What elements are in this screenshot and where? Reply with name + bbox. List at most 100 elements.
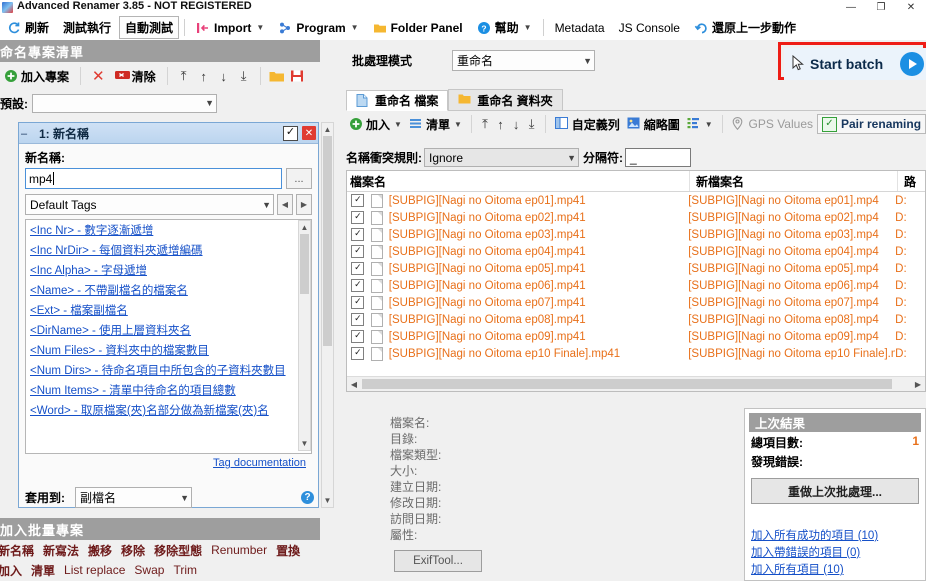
list-item[interactable]: <Inc Nr> - 數字逐漸遞增 (26, 220, 298, 240)
move-up-button[interactable]: ↑ (195, 66, 213, 86)
row-checkbox[interactable]: ✓ (347, 262, 369, 275)
batch-mode-select[interactable]: 重命名 ▼ (452, 50, 595, 71)
maximize-button[interactable]: ❐ (866, 0, 896, 15)
exiftool-button[interactable]: ExifTool... (394, 550, 482, 572)
pair-renaming-checkbox[interactable]: ✓ (822, 116, 837, 132)
scroll-down-icon[interactable]: ▼ (322, 494, 333, 507)
table-row[interactable]: ✓ [SUBPIG][Nagi no Oitoma ep03].mp41 [SU… (347, 226, 925, 243)
table-row[interactable]: ✓ [SUBPIG][Nagi no Oitoma ep02].mp41 [SU… (347, 209, 925, 226)
column-header-newname[interactable]: 新檔案名 (690, 171, 898, 191)
separator-input[interactable]: _ (625, 148, 691, 167)
new-name-input[interactable]: mp4 (25, 168, 282, 189)
start-batch-button[interactable]: Start batch (784, 48, 926, 80)
row-checkbox[interactable]: ✓ (347, 194, 369, 207)
column-header-path[interactable]: 路 (898, 171, 925, 191)
tag-documentation-link[interactable]: Tag documentation (213, 457, 306, 469)
menu-item-undo[interactable]: 還原上一步動作 (688, 16, 802, 39)
method-button-add[interactable]: 加入 (0, 562, 22, 579)
scroll-right-icon[interactable]: ▶ (911, 378, 925, 391)
remove-project-button[interactable]: ✕ (88, 65, 109, 87)
open-presets-button[interactable] (268, 66, 286, 86)
apply-to-select[interactable]: 副檔名 ▼ (75, 487, 192, 508)
table-row[interactable]: ✓ [SUBPIG][Nagi no Oitoma ep10 Finale].m… (347, 345, 925, 362)
menu-item-js-console[interactable]: JS Console (613, 16, 686, 39)
method-button-list[interactable]: 清單 (31, 562, 55, 579)
row-checkbox[interactable]: ✓ (347, 347, 369, 360)
method-panel-scrollbar[interactable]: ▲ ▼ (321, 122, 334, 508)
method-button-move[interactable]: 搬移 (88, 542, 112, 559)
collapse-icon[interactable]: – (21, 128, 27, 140)
grid-horizontal-scrollbar[interactable]: ◀ ▶ (347, 376, 925, 391)
menu-item-auto-test[interactable]: 自動測試 (119, 16, 180, 39)
preset-select[interactable]: ▼ (32, 93, 217, 113)
method-button-remove[interactable]: 移除 (121, 542, 145, 559)
list-item[interactable]: <DirName> - 使用上層資料夾名 (26, 320, 298, 340)
menu-item-folder-panel[interactable]: Folder Panel (367, 16, 469, 39)
list-item[interactable]: <Num Items> - 清單中待命名的項目總數 (26, 380, 298, 400)
clear-projects-button[interactable]: 清除 (111, 65, 160, 87)
gps-values-button[interactable]: GPS Values (729, 114, 816, 135)
list-item[interactable]: <Num Dirs> - 待命名項目中所包含的子資料夾數目 (26, 360, 298, 380)
list-item[interactable]: <Word> - 取原檔案(夾)名部分做為新檔案(夾)名 (26, 400, 298, 420)
move-top-button[interactable]: ⤒ (175, 66, 193, 86)
table-row[interactable]: ✓ [SUBPIG][Nagi no Oitoma ep01].mp41 [SU… (347, 192, 925, 209)
list-move-up-button[interactable]: ↑ (493, 114, 508, 134)
method-button-new-case[interactable]: 新寫法 (43, 542, 79, 559)
list-item[interactable]: <Inc Alpha> - 字母遞增 (26, 260, 298, 280)
scrollbar-thumb[interactable] (362, 379, 892, 389)
scroll-up-icon[interactable]: ▲ (322, 123, 333, 136)
pair-renaming-toggle[interactable]: ✓ Pair renaming (817, 114, 926, 134)
column-header-filename[interactable]: 檔案名 (347, 171, 690, 191)
list-item[interactable]: <Inc NrDir> - 每個資料夾遞增編碼 (26, 240, 298, 260)
tag-prev-button[interactable]: ◀ (277, 194, 293, 215)
row-checkbox[interactable]: ✓ (347, 228, 369, 241)
list-item[interactable]: <Name> - 不帶副檔名的檔案名 (26, 280, 298, 300)
tab-rename-folders[interactable]: 重命名 資料夾 (448, 89, 563, 110)
save-presets-button[interactable] (288, 66, 306, 86)
move-down-button[interactable]: ↓ (215, 66, 233, 86)
sort-button[interactable]: ▼ (684, 114, 716, 135)
method-help-button[interactable]: ? (301, 491, 314, 504)
menu-item-import[interactable]: Import ▼ (190, 16, 270, 39)
tab-rename-files[interactable]: 重命名 檔案 (346, 90, 449, 111)
row-checkbox[interactable]: ✓ (347, 313, 369, 326)
tag-next-button[interactable]: ▶ (296, 194, 312, 215)
browse-button[interactable]: ... (286, 168, 312, 189)
list-move-top-button[interactable]: ⤒ (478, 114, 493, 134)
table-row[interactable]: ✓ [SUBPIG][Nagi no Oitoma ep09].mp41 [SU… (347, 328, 925, 345)
tag-list-scrollbar[interactable]: ▲ ▼ (298, 220, 311, 451)
menu-item-program[interactable]: Program ▼ (272, 16, 364, 39)
panel-splitter[interactable] (738, 400, 742, 581)
table-row[interactable]: ✓ [SUBPIG][Nagi no Oitoma ep07].mp41 [SU… (347, 294, 925, 311)
table-row[interactable]: ✓ [SUBPIG][Nagi no Oitoma ep06].mp41 [SU… (347, 277, 925, 294)
list-item[interactable]: <Num Files> - 資料夾中的檔案數目 (26, 340, 298, 360)
move-bottom-button[interactable]: ⤓ (235, 66, 253, 86)
menu-item-help[interactable]: ? 幫助 ▼ (471, 16, 538, 39)
row-checkbox[interactable]: ✓ (347, 296, 369, 309)
add-successful-items-link[interactable]: 加入所有成功的項目 (10) (751, 528, 925, 545)
custom-columns-button[interactable]: 自定義列 (552, 114, 623, 135)
tag-list[interactable]: <Inc Nr> - 數字逐漸遞增 <Inc NrDir> - 每個資料夾遞增編… (25, 219, 312, 454)
scrollbar-thumb[interactable] (300, 234, 309, 294)
row-checkbox[interactable]: ✓ (347, 330, 369, 343)
minimize-button[interactable]: — (836, 0, 866, 15)
table-row[interactable]: ✓ [SUBPIG][Nagi no Oitoma ep04].mp41 [SU… (347, 243, 925, 260)
add-project-button[interactable]: 加入專案 (0, 65, 73, 87)
method-button-renumber[interactable]: Renumber (211, 543, 267, 557)
table-row[interactable]: ✓ [SUBPIG][Nagi no Oitoma ep05].mp41 [SU… (347, 260, 925, 277)
method-button-replace[interactable]: 置換 (276, 542, 300, 559)
table-row[interactable]: ✓ [SUBPIG][Nagi no Oitoma ep08].mp41 [SU… (347, 311, 925, 328)
name-collision-select[interactable]: Ignore ▼ (424, 148, 579, 167)
menu-item-test-run[interactable]: 測試執行 (57, 16, 117, 39)
method-card-header[interactable]: – 1: 新名稱 ✓ ✕ (19, 123, 318, 144)
tag-category-select[interactable]: Default Tags ▼ (25, 194, 274, 215)
list-move-bottom-button[interactable]: ⤓ (524, 114, 539, 134)
row-checkbox[interactable]: ✓ (347, 279, 369, 292)
list-move-down-button[interactable]: ↓ (509, 114, 524, 134)
scroll-down-icon[interactable]: ▼ (299, 437, 310, 450)
add-error-items-link[interactable]: 加入帶錯誤的項目 (0) (751, 545, 925, 562)
add-files-button[interactable]: 加入 ▼ (346, 114, 405, 135)
method-button-trim[interactable]: Trim (173, 563, 197, 577)
thumbnails-button[interactable]: 縮略圖 (624, 114, 683, 135)
method-button-new-name[interactable]: 新名稱 (0, 542, 34, 559)
